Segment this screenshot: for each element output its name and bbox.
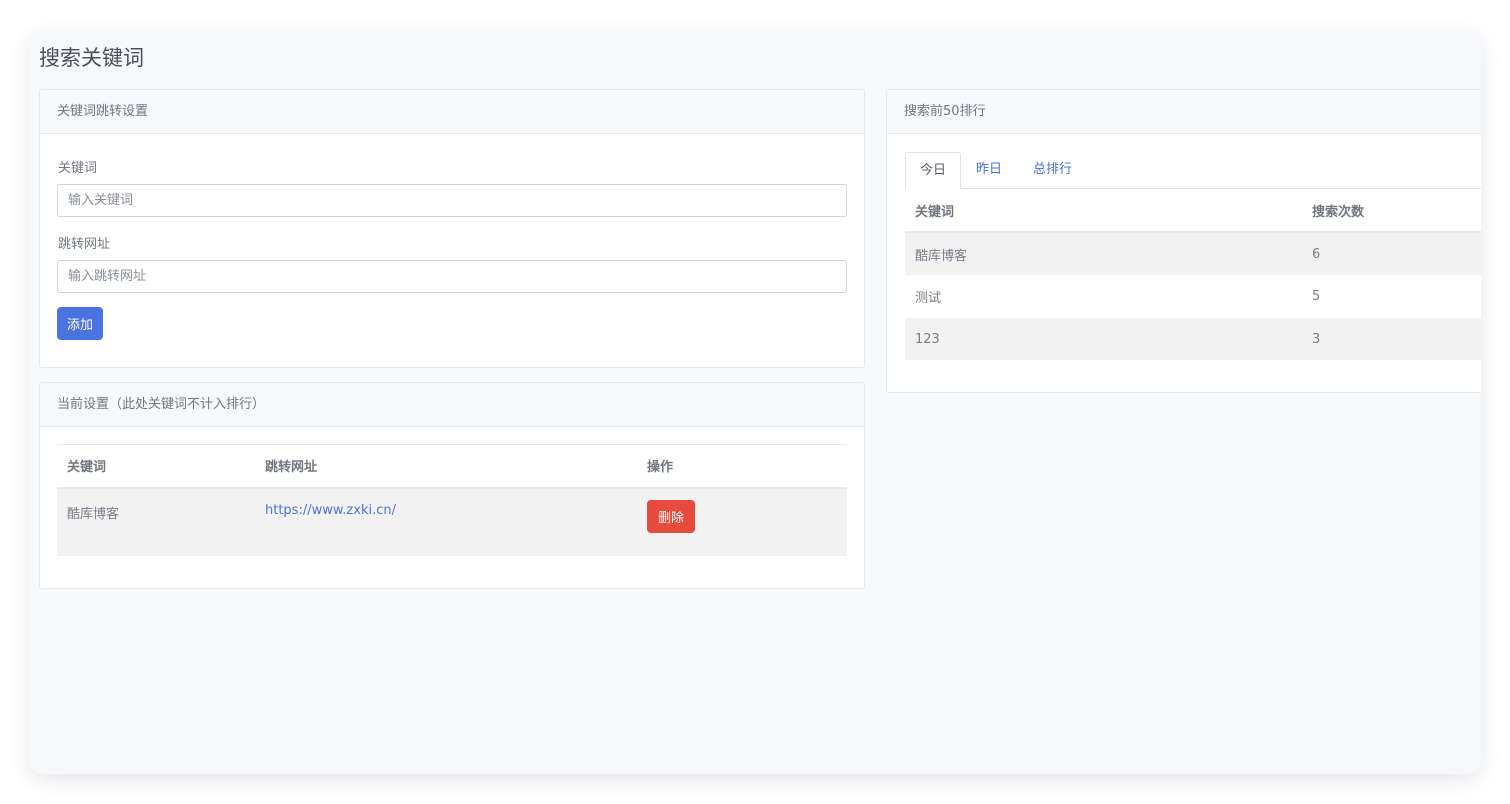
row-count: 6 bbox=[1312, 246, 1321, 262]
column-header-action: 操作 bbox=[647, 460, 674, 476]
row-keyword: 酷库博客 bbox=[67, 506, 120, 522]
keyword-input[interactable] bbox=[57, 184, 847, 217]
row-url-cell: https://www.zxki.cn/ bbox=[264, 488, 646, 556]
table-row: 123 3 bbox=[905, 318, 1481, 360]
redirect-settings-card: 关键词跳转设置 关键词 跳转网址 添加 bbox=[39, 89, 865, 368]
table-row: 酷库博客 6 bbox=[905, 232, 1481, 275]
ranking-tabs: 今日 昨日 总排行 bbox=[905, 152, 1481, 189]
delete-button[interactable]: 删除 bbox=[647, 499, 696, 533]
current-settings-table: 关键词 跳转网址 操作 酷库博客 https://www.zxki.cn/ 删除 bbox=[57, 444, 847, 556]
card-header: 关键词跳转设置 bbox=[40, 90, 864, 134]
page-container: 搜索关键词 关键词跳转设置 关键词 跳转网址 添加 当前设置（此处关键词不计入排… bbox=[29, 30, 1481, 774]
url-label: 跳转网址 bbox=[58, 237, 111, 252]
table-row: 酷库博客 https://www.zxki.cn/ 删除 bbox=[57, 487, 847, 556]
row-keyword: 酷库博客 bbox=[915, 248, 968, 264]
row-action-cell: 删除 bbox=[646, 488, 847, 556]
row-count: 5 bbox=[1312, 289, 1321, 304]
column-header-keyword: 关键词 bbox=[915, 204, 955, 220]
table-header-row: 关键词 搜索次数 bbox=[905, 189, 1481, 232]
page-title: 搜索关键词 bbox=[39, 46, 144, 70]
row-url-link[interactable]: https://www.zxki.cn/ bbox=[265, 503, 396, 518]
ranking-card: 搜索前50排行 今日 昨日 总排行 关键词 搜索次数 酷库博客 6 测试 5 1… bbox=[886, 89, 1481, 393]
table-row: 测试 5 bbox=[905, 275, 1481, 318]
row-keyword: 123 bbox=[915, 331, 940, 347]
column-header-keyword: 关键词 bbox=[67, 460, 107, 476]
table-header-row: 关键词 跳转网址 操作 bbox=[57, 445, 847, 488]
column-header-count: 搜索次数 bbox=[1312, 204, 1365, 220]
tab-total[interactable]: 总排行 bbox=[1019, 152, 1086, 188]
tab-yesterday[interactable]: 昨日 bbox=[962, 152, 1016, 188]
row-count: 3 bbox=[1312, 331, 1321, 347]
url-input[interactable] bbox=[57, 260, 847, 293]
tab-today[interactable]: 今日 bbox=[905, 152, 962, 189]
redirect-form: 关键词 跳转网址 添加 bbox=[40, 134, 864, 358]
current-settings-card: 当前设置（此处关键词不计入排行） 关键词 跳转网址 操作 酷库博客 https:… bbox=[39, 382, 865, 589]
card-header: 当前设置（此处关键词不计入排行） bbox=[40, 383, 864, 427]
ranking-table: 关键词 搜索次数 酷库博客 6 测试 5 123 3 bbox=[905, 189, 1481, 360]
keyword-label: 关键词 bbox=[58, 161, 98, 176]
card-header: 搜索前50排行 bbox=[887, 90, 1481, 134]
column-header-url: 跳转网址 bbox=[265, 460, 318, 476]
add-button[interactable]: 添加 bbox=[57, 307, 104, 340]
row-keyword: 测试 bbox=[915, 291, 942, 306]
